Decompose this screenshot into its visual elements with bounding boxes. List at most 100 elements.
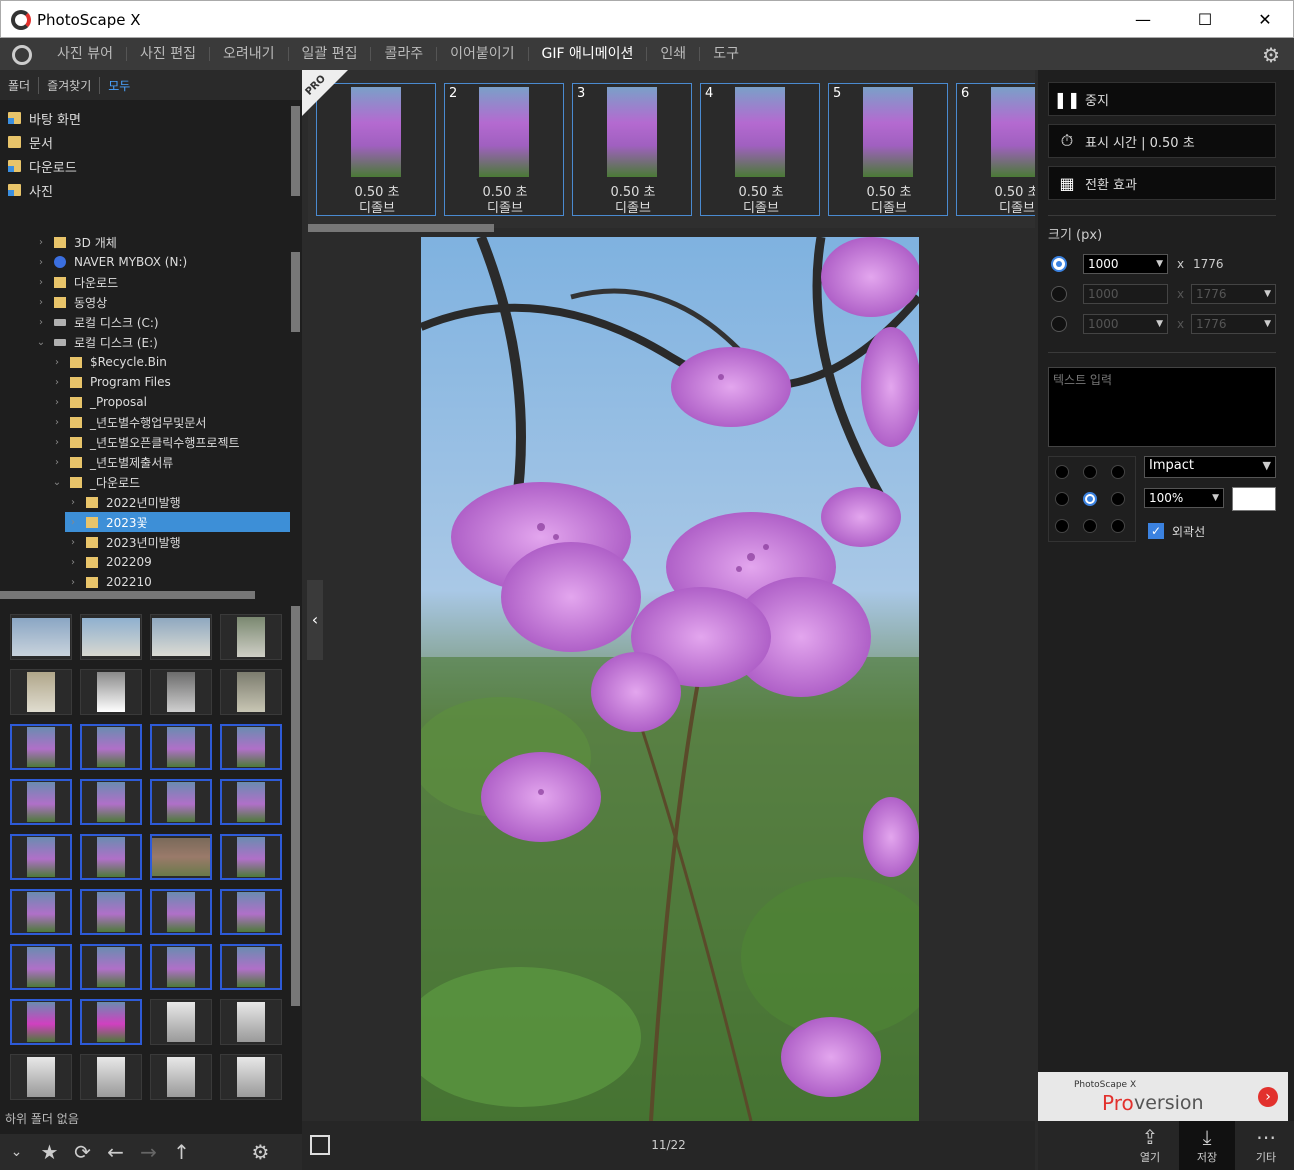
frame-effect[interactable]: 디졸브 <box>317 197 437 216</box>
width-select-3[interactable]: 1000 ▼ <box>1083 314 1168 334</box>
photo-thumbnail[interactable] <box>80 944 142 990</box>
photo-thumbnail[interactable] <box>80 669 142 715</box>
photo-thumbnail[interactable] <box>150 944 212 990</box>
photo-thumbnail[interactable] <box>150 1054 212 1100</box>
open-button[interactable]: ⇪ 열기 <box>1122 1121 1178 1170</box>
display-time-button[interactable]: ⏱ 표시 시간 | 0.50 초 <box>1048 124 1276 158</box>
chevron-down-icon[interactable]: ⌄ <box>0 1144 33 1160</box>
animation-frame[interactable]: 4 0.50 초 디졸브 <box>700 83 820 216</box>
tree-horizontal-scrollbar[interactable] <box>0 591 255 599</box>
tree-item[interactable]: › $Recycle.Bin <box>0 352 290 372</box>
photo-thumbnail[interactable] <box>10 1054 72 1100</box>
chevron-right-icon[interactable]: › <box>50 417 64 428</box>
position-bottom-left[interactable] <box>1055 519 1069 533</box>
menu-combine[interactable]: 이어붙이기 <box>437 47 529 61</box>
tree-item[interactable]: ⌄ 로컬 디스크 (E:) <box>0 332 290 352</box>
menu-cut-out[interactable]: 오려내기 <box>210 47 289 61</box>
photo-thumbnail[interactable] <box>220 1054 282 1100</box>
tab-all[interactable]: 모두 <box>108 77 138 94</box>
chevron-right-icon[interactable]: › <box>66 497 80 508</box>
frame-effect[interactable]: 디졸브 <box>573 197 693 216</box>
menu-photo-viewer[interactable]: 사진 뷰어 <box>44 47 127 61</box>
menu-photo-editor[interactable]: 사진 편집 <box>127 47 210 61</box>
height-select-2[interactable]: 1776 ▼ <box>1191 284 1276 304</box>
size-radio-1[interactable] <box>1051 256 1067 272</box>
tab-folders[interactable]: 폴더 <box>8 76 40 94</box>
height-select-3[interactable]: 1776 ▼ <box>1191 314 1276 334</box>
photo-thumbnail[interactable] <box>80 889 142 935</box>
tree-item[interactable]: › 202209 <box>0 552 290 572</box>
save-button[interactable]: ⤓ 저장 <box>1179 1121 1235 1170</box>
photo-thumbnail[interactable] <box>220 834 282 880</box>
text-input-area[interactable]: 텍스트 입력 <box>1048 367 1276 447</box>
folder-settings-gear-icon[interactable]: ⚙ <box>244 1140 277 1164</box>
tree-item[interactable]: › 2023년미발행 <box>0 532 290 552</box>
chevron-right-icon[interactable]: › <box>34 277 48 288</box>
tree-vertical-scrollbar[interactable] <box>291 252 300 332</box>
tree-item[interactable]: › 다운로드 <box>0 272 290 292</box>
photo-thumbnail[interactable] <box>10 669 72 715</box>
minimize-button[interactable]: — <box>1123 7 1163 33</box>
animation-frame[interactable]: 2 0.50 초 디졸브 <box>444 83 564 216</box>
chevron-right-icon[interactable]: › <box>34 297 48 308</box>
photo-thumbnail[interactable] <box>220 779 282 825</box>
star-icon[interactable]: ★ <box>33 1140 66 1164</box>
photo-thumbnail[interactable] <box>150 999 212 1045</box>
pro-version-ad-banner[interactable]: PhotoScape X Pro version › <box>1038 1072 1288 1122</box>
chevron-down-icon[interactable]: ⌄ <box>50 477 64 488</box>
chevron-down-icon[interactable]: ⌄ <box>34 337 48 348</box>
photo-thumbnail[interactable] <box>150 889 212 935</box>
chevron-right-icon[interactable]: › <box>66 577 80 588</box>
photo-thumbnail[interactable] <box>10 834 72 880</box>
ad-arrow-icon[interactable]: › <box>1258 1087 1278 1107</box>
position-middle-right[interactable] <box>1111 492 1125 506</box>
width-select-2[interactable]: 1000 <box>1083 284 1168 304</box>
photo-thumbnail[interactable] <box>80 834 142 880</box>
close-button[interactable]: ✕ <box>1245 7 1285 33</box>
chevron-right-icon[interactable]: › <box>50 377 64 388</box>
photo-thumbnail[interactable] <box>220 999 282 1045</box>
text-color-swatch[interactable] <box>1232 487 1276 511</box>
collapse-left-panel-button[interactable]: ‹ <box>307 580 323 660</box>
chevron-right-icon[interactable]: › <box>66 557 80 568</box>
photo-thumbnail[interactable] <box>150 669 212 715</box>
photo-thumbnail[interactable] <box>150 779 212 825</box>
photo-thumbnail[interactable] <box>10 724 72 770</box>
chevron-right-icon[interactable]: › <box>66 537 80 548</box>
chevron-right-icon[interactable]: › <box>34 257 48 268</box>
chevron-right-icon[interactable]: › <box>66 517 80 528</box>
tree-item[interactable]: › 로컬 디스크 (C:) <box>0 312 290 332</box>
frame-strip-scrollbar[interactable] <box>308 224 494 232</box>
chevron-right-icon[interactable]: › <box>34 317 48 328</box>
menu-collage[interactable]: 콜라주 <box>371 47 438 61</box>
thumbnail-scrollbar[interactable] <box>291 606 300 1006</box>
photo-thumbnail[interactable] <box>220 724 282 770</box>
tree-item[interactable]: › 3D 개체 <box>0 232 290 252</box>
menu-batch-edit[interactable]: 일괄 편집 <box>289 47 372 61</box>
chevron-right-icon[interactable]: › <box>50 397 64 408</box>
tree-item[interactable]: › _년도별오픈클릭수행프로젝트 <box>0 432 290 452</box>
frame-effect[interactable]: 디졸브 <box>445 197 565 216</box>
menu-gif-animation[interactable]: GIF 애니메이션 <box>529 47 648 61</box>
font-select[interactable]: Impact ▼ <box>1144 456 1276 478</box>
photo-thumbnail[interactable] <box>80 999 142 1045</box>
chevron-right-icon[interactable]: › <box>50 357 64 368</box>
app-home-icon[interactable] <box>12 45 32 65</box>
animation-frame[interactable]: 5 0.50 초 디졸브 <box>828 83 948 216</box>
photo-thumbnail[interactable] <box>80 1054 142 1100</box>
size-radio-3[interactable] <box>1051 316 1067 332</box>
position-top-center[interactable] <box>1083 465 1097 479</box>
photo-thumbnail[interactable] <box>80 724 142 770</box>
position-top-left[interactable] <box>1055 465 1069 479</box>
photo-thumbnail[interactable] <box>10 614 72 660</box>
photo-thumbnail[interactable] <box>220 944 282 990</box>
tree-item[interactable]: ⌄ _다운로드 <box>0 472 290 492</box>
stop-button[interactable]: ❚❚ 중지 <box>1048 82 1276 116</box>
photo-thumbnail[interactable] <box>10 944 72 990</box>
fav-item-pictures[interactable]: 사진 <box>0 178 290 202</box>
back-arrow-icon[interactable]: ← <box>99 1140 132 1164</box>
favorites-scrollbar[interactable] <box>291 106 300 196</box>
tree-item[interactable]: › 2022년미발행 <box>0 492 290 512</box>
tree-item[interactable]: › NAVER MYBOX (N:) <box>0 252 290 272</box>
fav-item-desktop[interactable]: 바탕 화면 <box>0 106 290 130</box>
